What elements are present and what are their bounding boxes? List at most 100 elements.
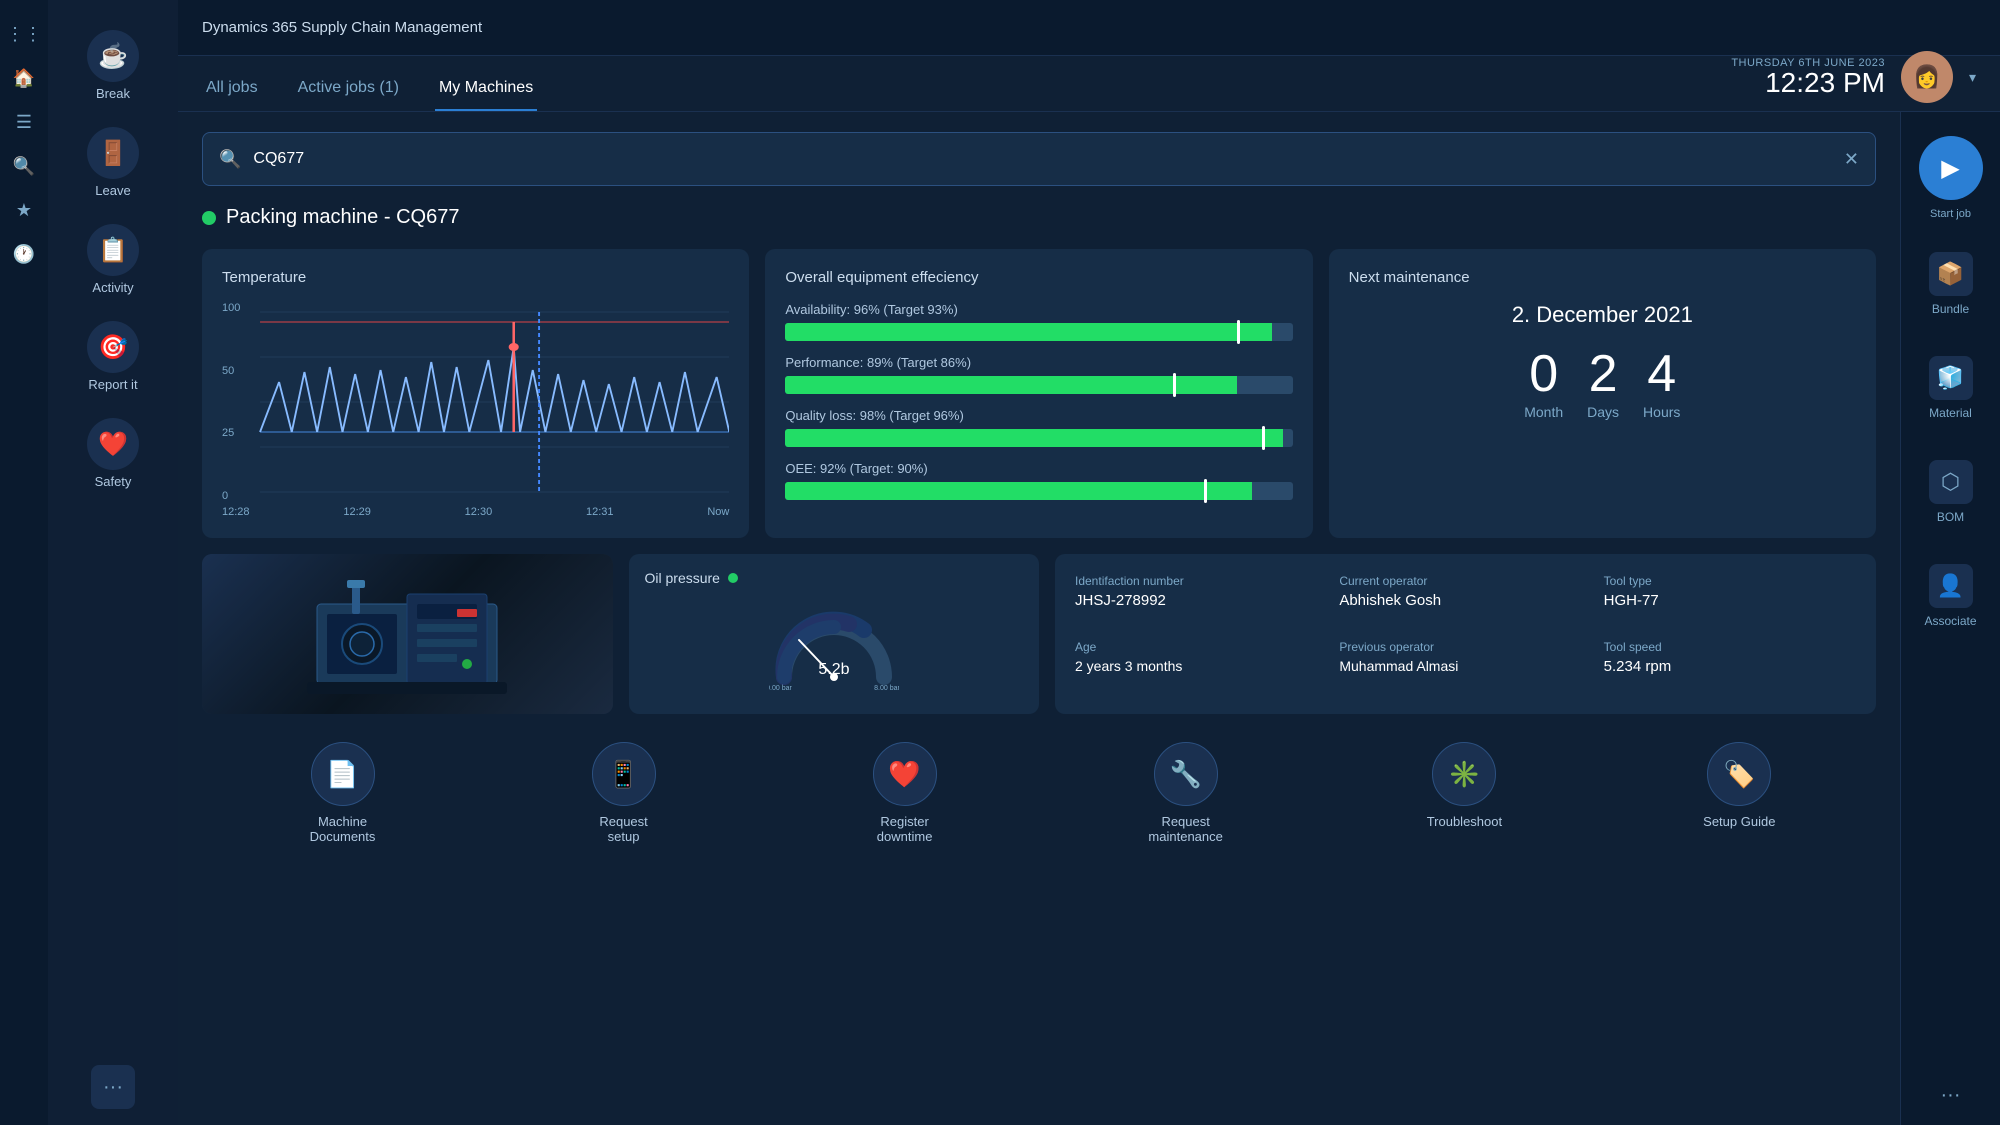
report-label: Report it xyxy=(88,377,137,392)
oee-quality: Quality loss: 98% (Target 96%) xyxy=(785,408,1292,447)
action-setup-guide[interactable]: 🏷️ Setup Guide xyxy=(1703,742,1775,844)
machine-name-row: Packing machine - CQ677 xyxy=(202,202,1876,233)
request-setup-icon: 📱 xyxy=(592,742,656,806)
bom-label: BOM xyxy=(1937,510,1964,524)
right-sidebar-material[interactable]: 🧊 Material xyxy=(1909,348,1993,428)
oil-status-dot xyxy=(728,573,738,583)
info-age: Age 2 years 3 months xyxy=(1075,640,1327,694)
hours-value: 4 xyxy=(1647,348,1676,400)
days-label: Days xyxy=(1587,404,1619,420)
action-request-setup[interactable]: 📱 Request setup xyxy=(584,742,664,844)
oil-pressure-card: Oil pressure xyxy=(629,554,1040,714)
break-icon: ☕ xyxy=(87,30,139,82)
metrics-grid: Temperature 100 50 25 0 xyxy=(202,249,1876,538)
associate-label: Associate xyxy=(1924,614,1976,628)
apps-icon[interactable]: ⋮⋮ xyxy=(6,16,42,52)
maintenance-title: Next maintenance xyxy=(1349,269,1856,286)
machine-documents-label: Machine Documents xyxy=(303,814,383,844)
svg-text:0.00 bar: 0.00 bar xyxy=(769,685,793,692)
info-operator-value: Abhishek Gosh xyxy=(1339,592,1591,609)
bom-icon: ⬡ xyxy=(1929,460,1973,504)
info-tool-speed-value: 5.234 rpm xyxy=(1604,658,1856,675)
recent-icon[interactable]: 🕐 xyxy=(6,236,42,272)
search-icon: 🔍 xyxy=(219,149,241,170)
info-id: Identifaction number JHSJ-278992 xyxy=(1075,574,1327,628)
register-downtime-icon: ❤️ xyxy=(873,742,937,806)
oee-card: Overall equipment effeciency Availabilit… xyxy=(765,249,1312,538)
far-left-rail: ⋮⋮ 🏠 ☰ 🔍 ★ 🕐 xyxy=(0,0,48,1125)
gauge-area: 5.2b 0.00 bar 8.00 bar xyxy=(645,596,1024,698)
chevron-down-icon[interactable]: ▾ xyxy=(1969,69,1976,86)
sidebar-item-break[interactable]: ☕ Break xyxy=(58,20,168,111)
info-age-value: 2 years 3 months xyxy=(1075,658,1327,674)
bottom-grid: Oil pressure xyxy=(202,554,1876,714)
sidebar-item-activity[interactable]: 📋 Activity xyxy=(58,214,168,305)
left-sidebar: ☕ Break 🚪 Leave 📋 Activity 🎯 Report it ❤… xyxy=(48,0,178,1125)
activity-icon: 📋 xyxy=(87,224,139,276)
search-clear-icon[interactable]: ✕ xyxy=(1844,149,1859,170)
temperature-svg xyxy=(222,302,729,502)
info-operator: Current operator Abhishek Gosh xyxy=(1339,574,1591,628)
tab-all-jobs[interactable]: All jobs xyxy=(202,67,262,111)
temperature-title: Temperature xyxy=(222,269,729,286)
menu-icon[interactable]: ☰ xyxy=(6,104,42,140)
oil-title: Oil pressure xyxy=(645,570,720,586)
countdown-months: 0 Month xyxy=(1524,348,1563,420)
info-tool-type-value: HGH-77 xyxy=(1604,592,1856,609)
info-tool-type: Tool type HGH-77 xyxy=(1604,574,1856,628)
temperature-chart: 100 50 25 0 xyxy=(222,302,729,502)
start-job-label: Start job xyxy=(1930,208,1971,220)
info-prev-operator-value: Muhammad Almasi xyxy=(1339,658,1591,674)
actions-row: 📄 Machine Documents 📱 Request setup ❤️ R… xyxy=(202,730,1876,852)
associate-icon: 👤 xyxy=(1929,564,1973,608)
info-tool-type-label: Tool type xyxy=(1604,574,1856,588)
chart-x-labels: 12:28 12:29 12:30 12:31 Now xyxy=(222,506,729,518)
action-register-downtime[interactable]: ❤️ Register downtime xyxy=(865,742,945,844)
setup-guide-icon: 🏷️ xyxy=(1707,742,1771,806)
tab-active-jobs[interactable]: Active jobs (1) xyxy=(294,67,403,111)
search-nav-icon[interactable]: 🔍 xyxy=(6,148,42,184)
right-sidebar-more-button[interactable]: ··· xyxy=(1929,1081,1973,1109)
action-troubleshoot[interactable]: ✳️ Troubleshoot xyxy=(1427,742,1502,844)
play-icon: ▶ xyxy=(1941,154,1959,183)
tab-my-machines[interactable]: My Machines xyxy=(435,67,537,111)
sidebar-item-safety[interactable]: ❤️ Safety xyxy=(58,408,168,499)
safety-icon: ❤️ xyxy=(87,418,139,470)
info-tool-speed: Tool speed 5.234 rpm xyxy=(1604,640,1856,694)
machine-image-card xyxy=(202,554,613,714)
sidebar-more-button[interactable]: ··· xyxy=(91,1065,135,1109)
sidebar-item-leave[interactable]: 🚪 Leave xyxy=(58,117,168,208)
bundle-icon: 📦 xyxy=(1929,252,1973,296)
material-label: Material xyxy=(1929,406,1972,420)
machine-name: Packing machine - CQ677 xyxy=(226,206,459,229)
content-main: 🔍 ✕ Packing machine - CQ677 Temperature … xyxy=(178,112,1900,1125)
sidebar-item-report[interactable]: 🎯 Report it xyxy=(58,311,168,402)
action-request-maintenance[interactable]: 🔧 Request maintenance xyxy=(1146,742,1226,844)
top-header: Dynamics 365 Supply Chain Management xyxy=(178,0,2000,56)
maintenance-countdown: 0 Month 2 Days 4 Hours xyxy=(1349,348,1856,420)
right-sidebar-bundle[interactable]: 📦 Bundle xyxy=(1909,244,1993,324)
info-operator-label: Current operator xyxy=(1339,574,1591,588)
bundle-label: Bundle xyxy=(1932,302,1969,316)
info-prev-operator-label: Previous operator xyxy=(1339,640,1591,654)
leave-label: Leave xyxy=(95,183,130,198)
star-icon[interactable]: ★ xyxy=(6,192,42,228)
right-sidebar-associate[interactable]: 👤 Associate xyxy=(1909,556,1993,636)
activity-label: Activity xyxy=(92,280,133,295)
time-display: 12:23 PM xyxy=(1731,69,1885,97)
action-machine-documents[interactable]: 📄 Machine Documents xyxy=(303,742,383,844)
search-input[interactable] xyxy=(253,150,1831,168)
user-avatar[interactable]: 👩 xyxy=(1901,51,1953,103)
report-icon: 🎯 xyxy=(87,321,139,373)
home-icon[interactable]: 🏠 xyxy=(6,60,42,96)
maintenance-date: 2. December 2021 xyxy=(1349,302,1856,328)
machine-info-card: Identifaction number JHSJ-278992 Current… xyxy=(1055,554,1876,714)
gauge-svg: 5.2b 0.00 bar 8.00 bar xyxy=(769,602,899,692)
months-label: Month xyxy=(1524,404,1563,420)
safety-label: Safety xyxy=(95,474,132,489)
right-sidebar-bom[interactable]: ⬡ BOM xyxy=(1909,452,1993,532)
start-job-button[interactable]: ▶ xyxy=(1919,136,1983,200)
chart-y-labels: 100 50 25 0 xyxy=(222,302,240,502)
machine-svg xyxy=(297,564,517,704)
oee-performance: Performance: 89% (Target 86%) xyxy=(785,355,1292,394)
